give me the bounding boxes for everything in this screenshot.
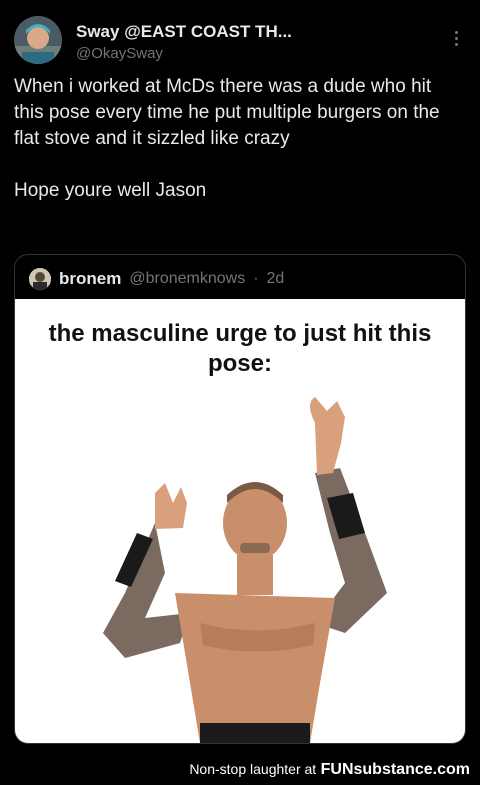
more-options-icon[interactable] (446, 28, 466, 52)
quoted-avatar[interactable] (29, 268, 51, 290)
author-block: Sway @EAST COAST TH... @OkaySway (76, 22, 292, 62)
watermark-brand[interactable]: FUNsubstance.com (321, 761, 470, 778)
wrestler-pose-illustration (103, 397, 387, 743)
quoted-tweet-header: bronem @bronemknows · 2d (29, 267, 284, 291)
meta-separator: · (253, 270, 259, 287)
tweet-body: When i worked at McDs there was a dude w… (14, 74, 464, 204)
meme-caption: the masculine urge to just hit this pose… (48, 320, 432, 377)
display-name[interactable]: Sway @EAST COAST TH... (76, 22, 292, 42)
user-handle[interactable]: @OkaySway (76, 45, 292, 62)
meme-image[interactable]: the masculine urge to just hit this pose… (15, 299, 465, 743)
site-watermark: Non-stop laughter at FUNsubstance.com (0, 754, 480, 784)
quoted-time: 2d (266, 270, 285, 287)
quoted-handle[interactable]: @bronemknows (129, 270, 245, 288)
tweet-text-paragraph: When i worked at McDs there was a dude w… (14, 76, 440, 149)
quoted-name[interactable]: bronem (59, 269, 121, 289)
tweet-header: Sway @EAST COAST TH... @OkaySway (14, 16, 466, 66)
watermark-text: Non-stop laughter at (189, 761, 317, 777)
quoted-tweet[interactable]: bronem @bronemknows · 2d the masculine u… (14, 254, 466, 744)
tweet-text-paragraph: Hope youre well Jason (14, 180, 207, 201)
user-avatar[interactable] (14, 16, 62, 64)
